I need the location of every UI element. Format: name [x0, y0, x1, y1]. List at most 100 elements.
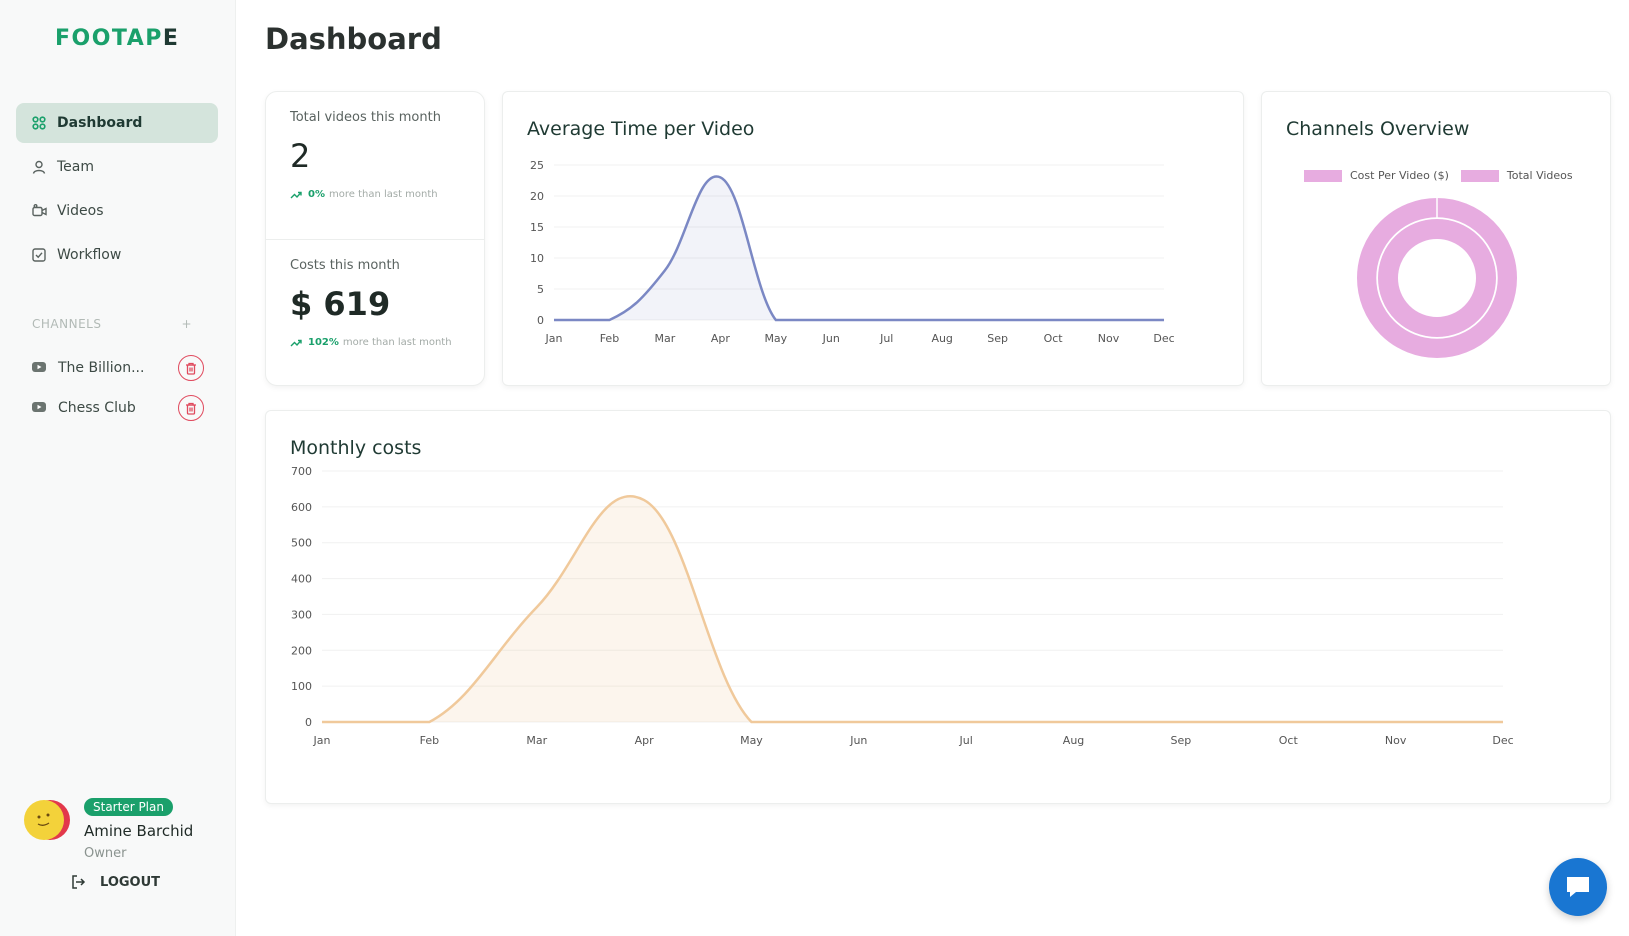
sidebar-item-team[interactable]: Team: [16, 147, 218, 187]
cost-chart-x-tick-label: Oct: [1279, 734, 1299, 747]
stats-divider: [266, 239, 484, 240]
costs-trend-text: more than last month: [342, 337, 452, 348]
cost-chart-y-tick-label: 100: [291, 680, 312, 693]
youtube-icon: [32, 401, 46, 415]
youtube-icon: [32, 361, 46, 375]
app-root: FOOTAPE Dashboard Team Videos Workflow C…: [0, 0, 1629, 936]
videos-trend-pct: 0%: [308, 189, 325, 200]
avg-chart-x-tick-label: Nov: [1098, 332, 1120, 345]
logout-button[interactable]: LOGOUT: [70, 874, 160, 890]
user-role: Owner: [84, 846, 127, 861]
channels-donut-chart: [1357, 198, 1517, 358]
sidebar-item-label: Team: [57, 159, 95, 175]
cost-chart-x-tick-label: Sep: [1171, 734, 1192, 747]
cost-chart-x-tick-label: Jul: [959, 734, 973, 747]
channel-name: The Billion...: [58, 360, 145, 376]
cost-chart-x-tick-label: Mar: [526, 734, 547, 747]
user-icon: [31, 159, 47, 175]
sidebar-item-videos[interactable]: Videos: [16, 191, 218, 231]
logo[interactable]: FOOTAPE: [55, 26, 179, 51]
cost-chart-x-tick-label: Dec: [1492, 734, 1513, 747]
trash-icon: [186, 362, 196, 375]
channels-heading: CHANNELS: [32, 317, 102, 331]
videos-stat-trend: 0% more than last month: [290, 189, 470, 200]
channel-list: The Billion... Chess Club: [32, 348, 204, 428]
monthly-costs-card: Monthly costs 0 100 200 300 400 500 600 700 Jan F…: [265, 410, 1611, 804]
monthly-costs-chart: 0 100 200 300 400 500 600 700 Jan Feb Mar Apr May Jun…: [291, 465, 1514, 747]
channel-item[interactable]: Chess Club: [32, 388, 204, 428]
delete-channel-button[interactable]: [178, 355, 204, 381]
avg-chart-y-tick-label: 20: [530, 190, 544, 203]
sidebar-item-dashboard[interactable]: Dashboard: [16, 103, 218, 143]
logout-label: LOGOUT: [100, 874, 161, 890]
cost-chart-x-tick-label: Aug: [1063, 734, 1084, 747]
videos-trend-text: more than last month: [328, 189, 438, 200]
cost-chart-area-fill: [322, 496, 1503, 722]
avg-chart-x-tick-label: Apr: [711, 332, 731, 345]
avg-time-chart: 0 5 10 15 20 25 Jan Feb Mar Apr May Jun Jul Aug Sep Oct…: [530, 159, 1175, 345]
avg-chart-y-tick-label: 15: [530, 221, 544, 234]
channel-item[interactable]: The Billion...: [32, 348, 204, 388]
avg-chart-x-tick-label: May: [764, 332, 787, 345]
trend-up-icon: [290, 191, 302, 198]
smiley-icon: [37, 813, 50, 826]
cost-chart-y-tick-label: 700: [291, 465, 312, 478]
sidebar-item-label: Videos: [57, 203, 104, 219]
cost-chart-y-tick-label: 500: [291, 537, 312, 550]
avg-chart-x-tick-label: Jan: [545, 332, 563, 345]
avg-chart-x-tick-label: Jul: [879, 332, 893, 345]
delete-channel-button[interactable]: [178, 395, 204, 421]
avg-chart-x-tick-label: Feb: [600, 332, 619, 345]
channel-name: Chess Club: [58, 400, 136, 416]
logo-text-end: E: [162, 26, 180, 51]
video-icon: [31, 203, 47, 219]
plan-badge: Starter Plan: [84, 798, 173, 816]
checkbox-icon: [31, 247, 47, 263]
donut-inner-ring[interactable]: [1378, 219, 1496, 337]
costs-stat: Costs this month $ 619 102% more than la…: [290, 258, 470, 348]
sidebar-item-workflow[interactable]: Workflow: [16, 235, 218, 275]
trash-icon: [186, 402, 196, 415]
cost-chart-x-tick-label: Jun: [849, 734, 867, 747]
avg-chart-area-fill: [554, 176, 1164, 320]
sidebar: FOOTAPE Dashboard Team Videos Workflow C…: [0, 0, 236, 936]
user-profile[interactable]: Starter Plan Amine Barchid Owner: [24, 798, 224, 868]
avg-chart-y-tick-label: 5: [537, 283, 544, 296]
cost-chart-x-tick-label: Apr: [635, 734, 655, 747]
sidebar-item-label: Workflow: [57, 247, 122, 263]
cost-chart-y-tick-label: 0: [305, 716, 312, 729]
page-title: Dashboard: [265, 22, 442, 56]
costs-stat-label: Costs this month: [290, 258, 400, 273]
logout-icon: [72, 875, 86, 889]
sidebar-nav: Dashboard Team Videos Workflow: [16, 103, 218, 279]
costs-stat-trend: 102% more than last month: [290, 337, 470, 348]
avg-time-card: Average Time per Video 0 5 10 15 20 25 Jan Feb M…: [502, 91, 1244, 386]
user-name: Amine Barchid: [84, 822, 194, 840]
sidebar-item-label: Dashboard: [57, 115, 143, 131]
cost-chart-y-tick-label: 200: [291, 644, 312, 657]
avg-chart-x-tick-label: Sep: [987, 332, 1008, 345]
videos-stat: Total videos this month 2 0% more than l…: [290, 110, 470, 200]
avg-chart-x-tick-label: Aug: [931, 332, 952, 345]
avg-chart-y-tick-label: 0: [537, 314, 544, 327]
cost-chart-y-tick-label: 400: [291, 573, 312, 586]
avg-chart-x-tick-label: Dec: [1153, 332, 1174, 345]
logo-text: FOOTAP: [55, 26, 163, 51]
stats-card: Total videos this month 2 0% more than l…: [265, 91, 485, 386]
cost-chart-x-tick-label: Jan: [313, 734, 331, 747]
costs-trend-pct: 102%: [308, 337, 339, 348]
avg-chart-x-tick-label: Mar: [655, 332, 676, 345]
avg-chart-y-tick-label: 10: [530, 252, 544, 265]
avg-chart-y-tick-label: 25: [530, 159, 544, 172]
chat-icon: [1567, 877, 1589, 897]
cost-chart-y-tick-label: 300: [291, 608, 312, 621]
cost-chart-x-tick-label: May: [740, 734, 763, 747]
add-channel-button[interactable]: +: [181, 317, 192, 331]
chat-button[interactable]: [1549, 858, 1607, 916]
cost-chart-x-tick-label: Feb: [420, 734, 439, 747]
channels-section-title: CHANNELS +: [32, 317, 192, 331]
avg-chart-x-tick-label: Oct: [1044, 332, 1064, 345]
channels-overview-card: Channels Overview Cost Per Video ($) Tot…: [1261, 91, 1611, 386]
avatar: [24, 800, 64, 840]
cost-chart-y-tick-label: 600: [291, 501, 312, 514]
